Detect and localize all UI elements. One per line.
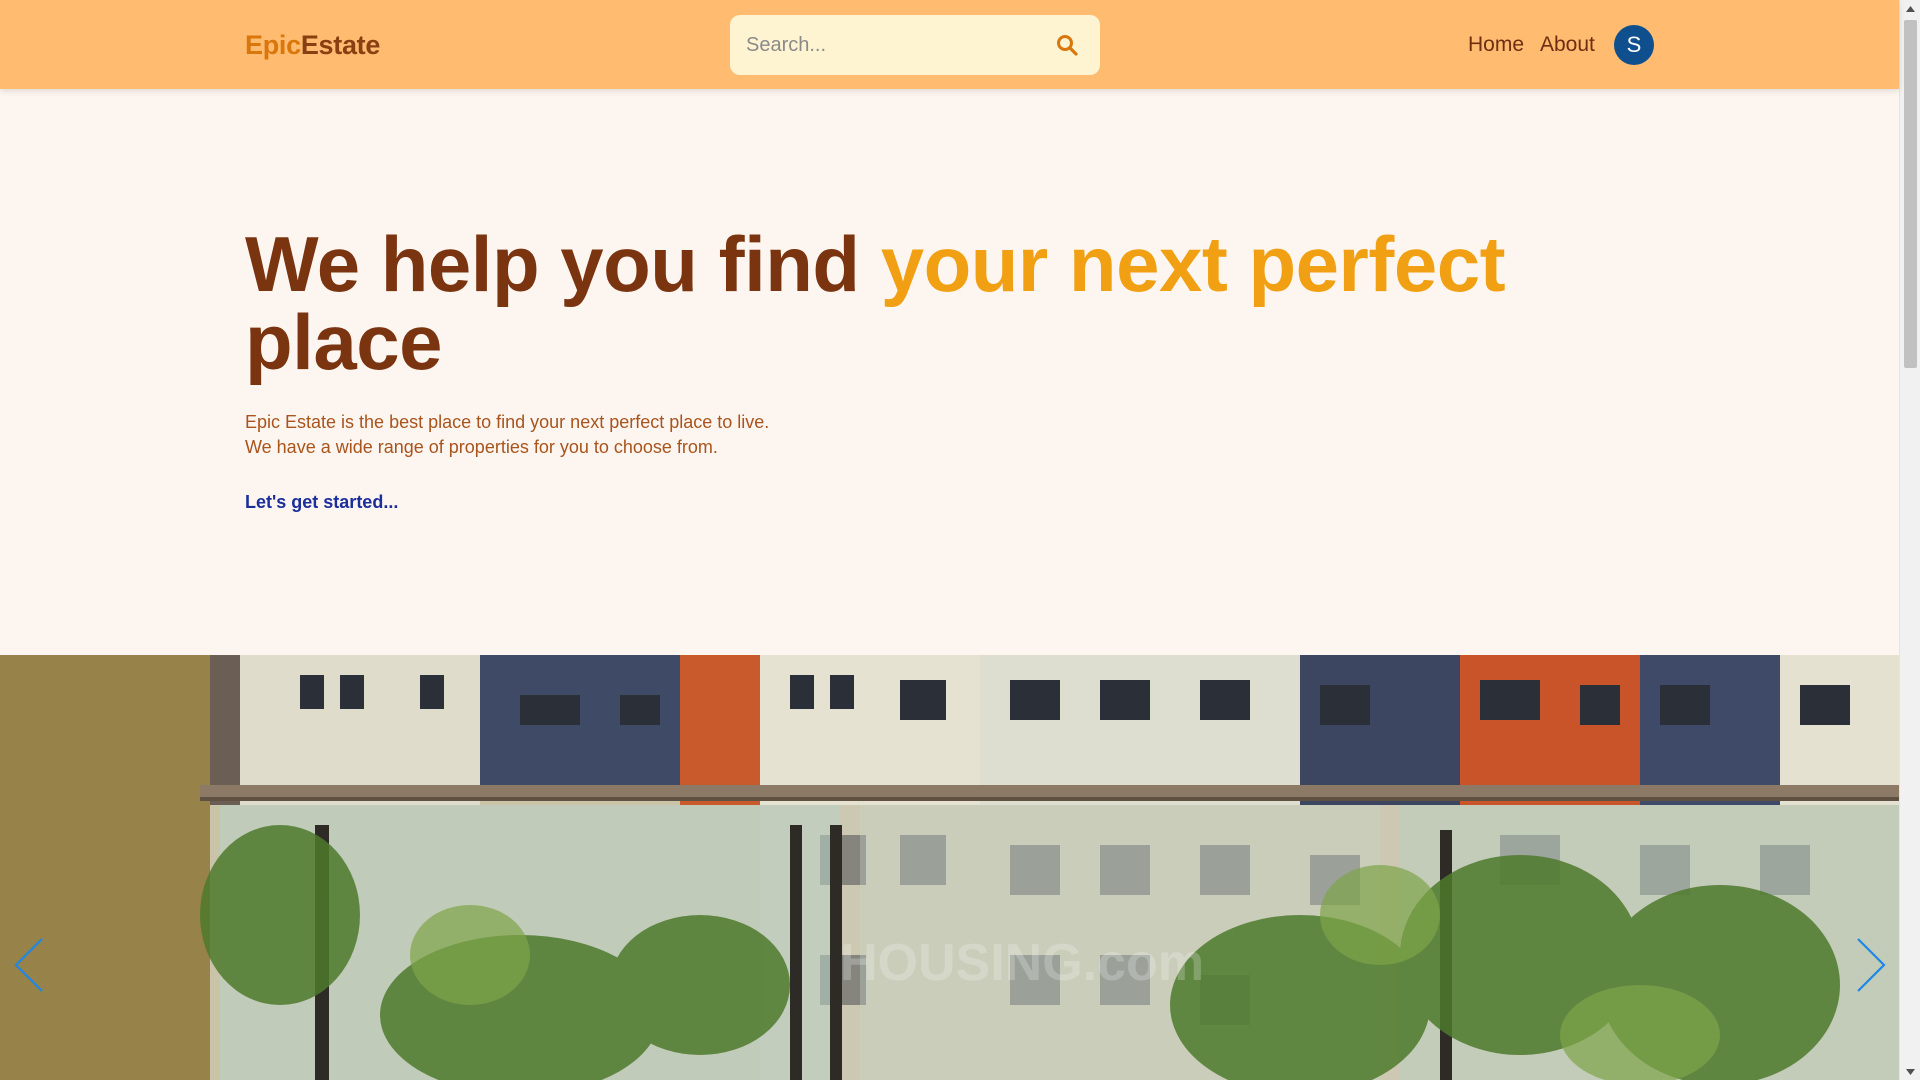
nav-about-link[interactable]: About xyxy=(1540,33,1595,57)
carousel-watermark: HOUSING.com xyxy=(840,934,1204,992)
brand-logo-part2: Estate xyxy=(300,30,381,60)
hero-title: We help you find your next perfect place xyxy=(245,225,1545,381)
hero-description-line2: We have a wide range of properties for y… xyxy=(245,437,718,457)
nav-home-link[interactable]: Home xyxy=(1468,33,1524,57)
brand-logo-part1: Epic xyxy=(245,30,301,60)
carousel-prev-arrow-icon[interactable] xyxy=(10,935,50,995)
hero-title-main: We help you find xyxy=(245,220,881,308)
get-started-link[interactable]: Let's get started... xyxy=(245,492,398,513)
top-navbar: EpicEstate Home About S xyxy=(0,0,1899,89)
carousel-next-arrow-icon[interactable] xyxy=(1850,935,1890,995)
brand-logo[interactable]: EpicEstate xyxy=(245,30,380,61)
hero-title-accent: your next perfect xyxy=(880,220,1506,308)
carousel-slide-image: HOUSING.com xyxy=(0,655,1899,1080)
search-icon[interactable] xyxy=(1055,33,1079,57)
property-image-carousel: HOUSING.com xyxy=(0,655,1899,1080)
hero-description: Epic Estate is the best place to find yo… xyxy=(245,410,769,460)
page: EpicEstate Home About S We help you find… xyxy=(0,0,1920,1080)
search-form xyxy=(730,15,1100,75)
scroll-down-arrow-icon[interactable] xyxy=(1900,1063,1920,1080)
search-input[interactable] xyxy=(744,15,1044,75)
scroll-up-arrow-icon[interactable] xyxy=(1900,0,1920,17)
hero-description-line1: Epic Estate is the best place to find yo… xyxy=(245,412,770,432)
user-avatar[interactable]: S xyxy=(1614,25,1654,65)
hero-title-end: place xyxy=(245,298,442,386)
page-scrollbar[interactable] xyxy=(1899,0,1920,1080)
scrollbar-thumb[interactable] xyxy=(1904,20,1917,368)
